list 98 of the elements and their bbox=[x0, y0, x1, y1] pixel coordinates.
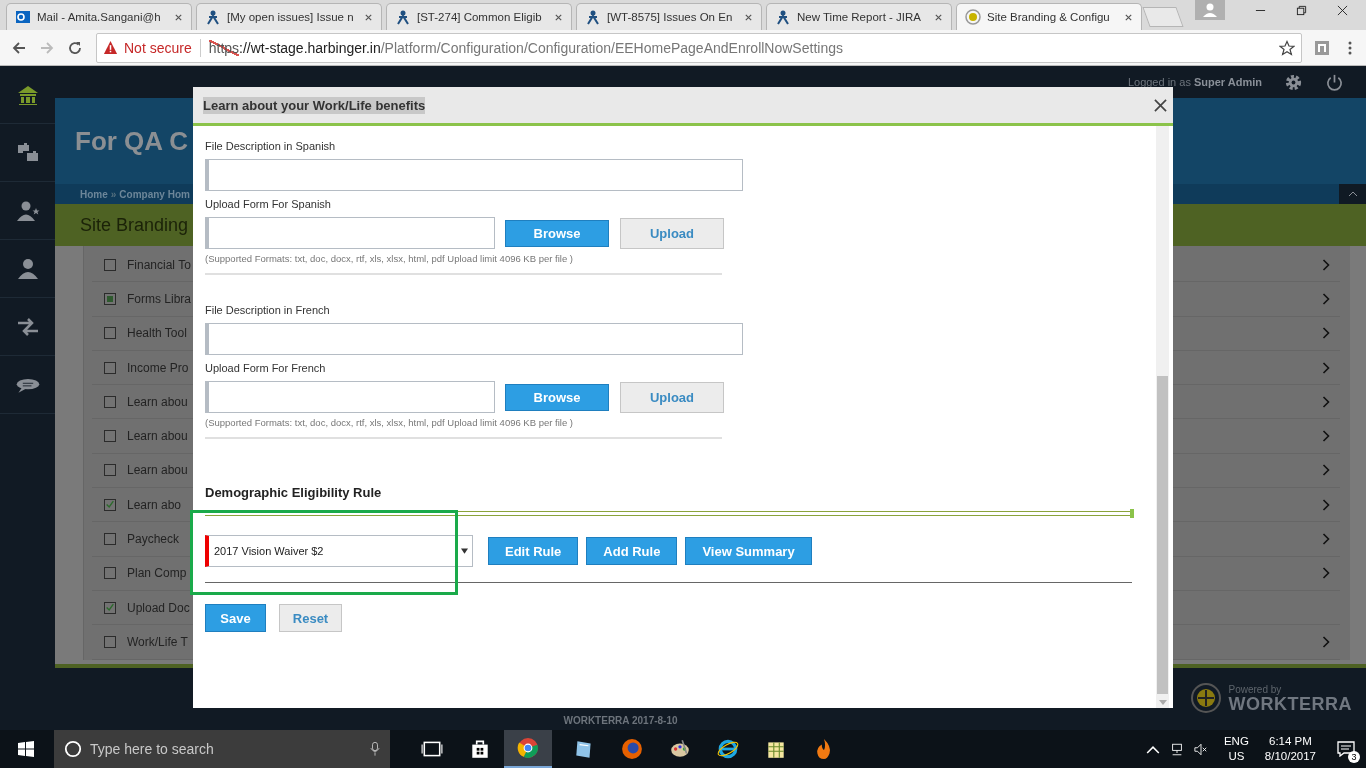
target-logo-icon bbox=[1189, 682, 1222, 714]
field-label: Upload Form For French bbox=[205, 362, 327, 375]
section-heading: Demographic Eligibility Rule bbox=[205, 485, 383, 500]
close-icon[interactable] bbox=[934, 12, 943, 22]
close-icon[interactable] bbox=[174, 12, 183, 22]
scrollbar[interactable] bbox=[1156, 126, 1169, 708]
browser-tab[interactable]: Site Branding & Configu bbox=[956, 3, 1142, 30]
checkbox[interactable] bbox=[104, 258, 116, 271]
page-title: Site Branding bbox=[80, 214, 189, 236]
item-label: Health Tool bbox=[127, 326, 187, 341]
checkbox[interactable] bbox=[104, 498, 116, 511]
not-secure-label: Not secure bbox=[124, 39, 192, 56]
windows-start-icon[interactable] bbox=[18, 741, 34, 757]
field-label: File Description in French bbox=[205, 304, 331, 317]
field-label: File Description in Spanish bbox=[205, 140, 337, 153]
chevron-right-icon[interactable] bbox=[1322, 635, 1330, 648]
description-field[interactable] bbox=[205, 323, 743, 355]
checkbox[interactable] bbox=[104, 533, 116, 545]
powered-by-text: Powered by bbox=[1228, 683, 1283, 695]
clock[interactable]: 6:14 PM 8/10/2017 bbox=[1264, 734, 1316, 764]
item-label: Work/Life T bbox=[127, 634, 188, 649]
checkbox[interactable] bbox=[104, 635, 116, 648]
checkbox[interactable] bbox=[104, 395, 116, 408]
star-icon[interactable] bbox=[1279, 39, 1295, 56]
breadcrumb-separator: » bbox=[110, 188, 117, 200]
brand-name: WORKTERRA bbox=[1228, 694, 1352, 713]
browser-tab[interactable]: Mail - Amita.Sangani@h bbox=[6, 3, 192, 30]
checkbox[interactable] bbox=[104, 601, 116, 614]
settings-icon[interactable] bbox=[1284, 72, 1303, 92]
volume-muted-icon[interactable] bbox=[1193, 742, 1208, 756]
chevron-right-icon[interactable] bbox=[1322, 533, 1330, 545]
checkbox[interactable] bbox=[104, 567, 116, 580]
chevron-right-icon[interactable] bbox=[1322, 395, 1330, 408]
formats-note: (Supported Formats: txt, doc, docx, rtf, xls, xlsx, html, pdf Upload limit 4096 KB per file ) bbox=[205, 417, 574, 428]
item-label: Learn abou bbox=[127, 394, 188, 409]
warning-icon bbox=[103, 40, 118, 55]
back-arrow-icon[interactable] bbox=[11, 39, 27, 56]
footer-text: WORKTERRA 2017-8-10 bbox=[563, 715, 678, 726]
chevron-right-icon[interactable] bbox=[1322, 292, 1330, 305]
item-label: Income Pro bbox=[127, 360, 189, 375]
chevron-right-icon[interactable] bbox=[1322, 258, 1330, 271]
item-label: Financial To bbox=[127, 257, 191, 272]
action-center-button[interactable]: 3 bbox=[1326, 730, 1366, 768]
restore-icon[interactable] bbox=[1296, 4, 1307, 16]
file-field[interactable] bbox=[205, 381, 495, 413]
rule-dropdown[interactable]: 2017 Vision Waiver $2 bbox=[205, 535, 473, 567]
internet-explorer-icon[interactable] bbox=[717, 738, 739, 760]
language-indicator[interactable]: ENG US bbox=[1223, 734, 1249, 764]
description-field[interactable] bbox=[205, 159, 743, 191]
chevron-right-icon[interactable] bbox=[1322, 498, 1330, 511]
chevron-right-icon[interactable] bbox=[1322, 567, 1330, 580]
close-icon[interactable] bbox=[364, 12, 373, 22]
close-icon[interactable] bbox=[1124, 12, 1133, 22]
dialog-title: Learn about your Work/Life benefits bbox=[203, 96, 426, 114]
power-icon[interactable] bbox=[1325, 72, 1344, 92]
chrome-browser-icon[interactable] bbox=[517, 737, 539, 759]
caret-down-icon bbox=[461, 548, 468, 554]
checkbox[interactable] bbox=[104, 464, 116, 477]
item-label: Paycheck bbox=[127, 532, 180, 546]
formats-note: (Supported Formats: txt, doc, docx, rtf, xls, xlsx, html, pdf Upload limit 4096 KB per file ) bbox=[205, 253, 574, 264]
store-bag-icon[interactable] bbox=[469, 738, 491, 760]
item-label: Learn abou bbox=[127, 463, 188, 478]
caret-up-icon bbox=[1347, 191, 1358, 197]
paint-palette-icon[interactable] bbox=[669, 738, 691, 760]
close-icon[interactable] bbox=[1154, 98, 1167, 112]
chevron-right-icon[interactable] bbox=[1322, 464, 1330, 477]
close-icon[interactable] bbox=[744, 12, 753, 22]
taskbar-search-field[interactable]: Type here to search bbox=[54, 730, 390, 768]
target-logo-icon bbox=[965, 9, 981, 25]
mail-icon bbox=[15, 9, 31, 25]
chevron-right-icon[interactable] bbox=[1322, 430, 1330, 443]
item-label: Learn abo bbox=[127, 497, 182, 512]
checkbox[interactable] bbox=[104, 292, 116, 305]
close-icon[interactable] bbox=[554, 12, 563, 22]
checkbox[interactable] bbox=[104, 327, 116, 340]
file-field[interactable] bbox=[205, 217, 495, 249]
company-title: For QA C bbox=[75, 125, 189, 157]
field-label: Upload Form For Spanish bbox=[205, 198, 332, 211]
browser-tab[interactable]: [My open issues] Issue n bbox=[196, 3, 382, 30]
browser-tab[interactable]: [WT-8575] Issues On En bbox=[576, 3, 762, 30]
browser-tab[interactable]: [ST-274] Common Eligib bbox=[386, 3, 572, 30]
chevron-right-icon[interactable] bbox=[1322, 361, 1330, 374]
checkbox[interactable] bbox=[104, 430, 116, 443]
reload-icon[interactable] bbox=[67, 39, 83, 56]
microphone-icon[interactable] bbox=[370, 741, 380, 757]
browser-tab[interactable]: New Time Report - JIRA bbox=[766, 3, 952, 30]
item-label: Plan Comp bbox=[127, 566, 187, 581]
notification-count: 3 bbox=[1348, 751, 1360, 763]
firefox-browser-icon[interactable] bbox=[621, 738, 643, 760]
close-icon[interactable] bbox=[1337, 4, 1348, 16]
cortana-circle-icon bbox=[64, 740, 82, 758]
item-label: Learn abou bbox=[127, 429, 188, 444]
item-label: Forms Libra bbox=[127, 291, 191, 306]
item-label: Upload Doc bbox=[127, 600, 190, 615]
network-icon[interactable] bbox=[1169, 742, 1184, 756]
checkbox[interactable] bbox=[104, 361, 116, 374]
chevron-right-icon[interactable] bbox=[1322, 327, 1330, 340]
extension-icon[interactable] bbox=[1314, 39, 1330, 56]
